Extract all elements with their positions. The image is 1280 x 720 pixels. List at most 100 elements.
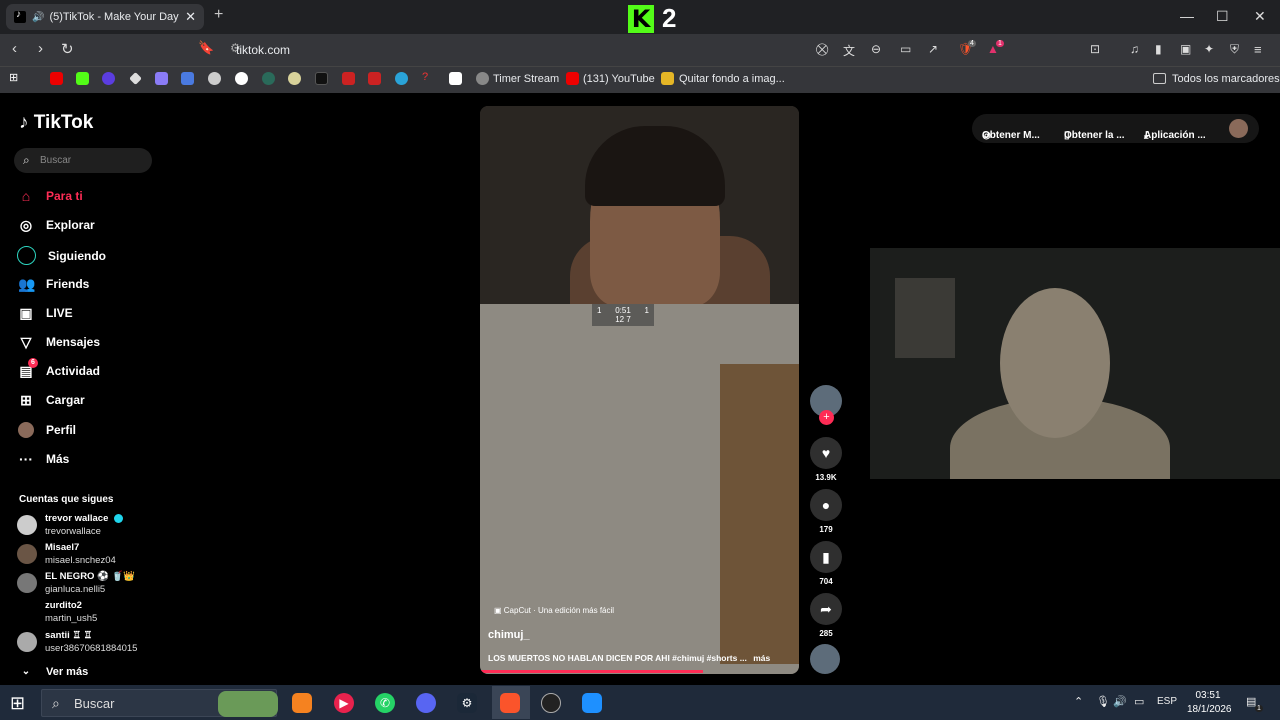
bookmark-icon-3[interactable] bbox=[102, 72, 115, 85]
taskbar-search[interactable]: ⌕ Buscar bbox=[41, 689, 278, 717]
capcut-label[interactable]: ▣ CapCut · Una edición más fácil bbox=[494, 606, 614, 615]
video-author[interactable]: chimuj_ bbox=[488, 629, 530, 641]
bookmark-icon-12[interactable] bbox=[342, 72, 355, 85]
bookmark-icon[interactable]: 🔖 bbox=[198, 40, 214, 56]
discord-icon[interactable] bbox=[416, 693, 436, 713]
language-indicator[interactable]: ESP bbox=[1157, 696, 1177, 707]
sound-disc[interactable] bbox=[810, 644, 840, 674]
bookmark-icon-9[interactable] bbox=[262, 72, 275, 85]
close-tab-icon[interactable]: ✕ bbox=[185, 9, 196, 25]
apps-icon[interactable]: ⊞ bbox=[9, 71, 22, 84]
speaker-icon[interactable]: 🔊 bbox=[32, 12, 44, 23]
nav-profile[interactable]: Perfil bbox=[18, 422, 76, 438]
share-button[interactable]: ➦ bbox=[810, 593, 842, 625]
fl-studio-icon[interactable] bbox=[292, 693, 312, 713]
video-progress-bar[interactable] bbox=[480, 670, 704, 673]
more-link[interactable]: más bbox=[753, 653, 770, 663]
facecam-hair bbox=[585, 126, 725, 206]
vpn-icon[interactable]: ⛨ bbox=[1230, 42, 1239, 57]
video-player[interactable]: 1 0:51 12 7 1 ▣ CapCut · Una edición más … bbox=[480, 106, 799, 674]
music-player-icon[interactable]: ▶ bbox=[334, 693, 354, 713]
mic-icon[interactable]: 🎙 bbox=[1096, 695, 1110, 708]
share-icon[interactable]: ↗ bbox=[928, 42, 938, 56]
screenshot-icon[interactable]: ⊡ bbox=[1090, 42, 1100, 56]
nav-live[interactable]: ▣ LIVE bbox=[18, 305, 72, 321]
youtube-bookmark-icon[interactable] bbox=[50, 72, 63, 85]
user-avatar[interactable] bbox=[1229, 119, 1248, 138]
windows-taskbar: ⊞ ⌕ Buscar ▶ ✆ ⚙ ⌃ 🎙 🔊 ▭ ESP 03:51 18/1/20… bbox=[0, 685, 1280, 720]
zoom-icon[interactable]: ⊖ bbox=[871, 42, 881, 56]
bookmark-icon-14[interactable] bbox=[395, 72, 408, 85]
save-button[interactable]: ▮ bbox=[810, 541, 842, 573]
get-coins-label: Obtener M... bbox=[982, 130, 1040, 141]
close-window-button[interactable]: ✕ bbox=[1254, 8, 1266, 25]
forward-button[interactable]: › bbox=[38, 40, 43, 57]
bookmark-icon-10[interactable] bbox=[288, 72, 301, 85]
new-tab-button[interactable]: + bbox=[214, 6, 223, 24]
bookmark-timer-stream[interactable]: Timer Stream bbox=[493, 73, 559, 85]
photos-icon[interactable] bbox=[582, 693, 602, 713]
clock[interactable]: 03:51 18/1/2026 bbox=[1187, 689, 1232, 717]
reload-button[interactable]: ↻ bbox=[61, 40, 74, 58]
following-handle: martin_ush5 bbox=[45, 613, 98, 624]
leo-icon[interactable]: ✦ bbox=[1204, 42, 1214, 56]
browser-tab[interactable]: 🔊 (5)TikTok - Make Your Day ✕ bbox=[6, 4, 204, 30]
see-more-button[interactable]: ⌄ Ver más bbox=[18, 664, 88, 680]
kick-bookmark-icon[interactable] bbox=[76, 72, 89, 85]
like-button[interactable]: ♥ bbox=[810, 437, 842, 469]
brave-icon[interactable] bbox=[500, 693, 520, 713]
bookmark-youtube[interactable]: (131) YouTube bbox=[583, 73, 655, 85]
bookmark-icon-6[interactable] bbox=[181, 72, 194, 85]
obs-icon[interactable] bbox=[541, 693, 561, 713]
save-count: 704 bbox=[819, 577, 833, 586]
nav-activity[interactable]: ▤ 6 Actividad bbox=[18, 358, 100, 379]
nav-friends[interactable]: 👥 Friends bbox=[18, 276, 89, 292]
windows-start-icon[interactable]: ⊞ bbox=[10, 693, 25, 714]
follow-plus-icon[interactable]: + bbox=[819, 410, 834, 425]
maximize-button[interactable]: ☐ bbox=[1216, 8, 1229, 25]
cast-icon[interactable]: ▭ bbox=[900, 42, 911, 56]
tiktok-logo[interactable]: ♪ TikTok bbox=[19, 112, 93, 134]
bookmark-icon-8[interactable] bbox=[235, 72, 248, 85]
k2-logo: K 2 bbox=[628, 3, 676, 34]
search-input[interactable]: ⌕ Buscar bbox=[14, 148, 152, 173]
nav-upload[interactable]: ⊞ Cargar bbox=[18, 392, 85, 408]
nav-label: Más bbox=[46, 452, 70, 466]
logo-text: TikTok bbox=[33, 112, 94, 133]
search-icon: ⌕ bbox=[52, 695, 60, 711]
network-icon[interactable]: ▭ bbox=[1134, 695, 1144, 708]
nav-explore[interactable]: ◎ Explorar bbox=[18, 217, 95, 233]
bookmark-icon-13[interactable] bbox=[368, 72, 381, 85]
minimize-button[interactable]: — bbox=[1180, 8, 1194, 24]
translate-icon[interactable]: 文 bbox=[843, 42, 855, 59]
bookmark-icon-15[interactable]: ? bbox=[422, 71, 435, 84]
more-icon: ··· bbox=[19, 451, 33, 467]
nav-more[interactable]: ··· Más bbox=[18, 451, 69, 467]
tiktok-bookmark-icon[interactable] bbox=[315, 72, 328, 85]
music-icon[interactable]: ♫ bbox=[1130, 42, 1139, 56]
nav-following[interactable]: Siguiendo bbox=[17, 246, 106, 265]
sidebar-toggle-icon[interactable]: ▮ bbox=[1155, 42, 1162, 56]
nav-for-you[interactable]: ⌂ Para ti bbox=[18, 188, 83, 204]
tray-chevron-icon[interactable]: ⌃ bbox=[1074, 695, 1083, 708]
whatsapp-icon[interactable]: ✆ bbox=[375, 693, 395, 713]
comment-icon: ● bbox=[821, 497, 831, 513]
clock-time: 03:51 bbox=[1195, 690, 1221, 701]
bookmark-icon-4[interactable] bbox=[129, 72, 142, 85]
nav-messages[interactable]: ▽ Mensajes bbox=[18, 334, 100, 350]
removebg-icon bbox=[661, 72, 674, 85]
bookmark-icon-7[interactable] bbox=[208, 72, 221, 85]
comment-button[interactable]: ● bbox=[810, 489, 842, 521]
webcam-overlay bbox=[870, 248, 1280, 479]
bookmark-icon-16[interactable] bbox=[449, 72, 462, 85]
wallet-icon[interactable]: ▣ bbox=[1180, 42, 1191, 56]
bookmark-icon-5[interactable] bbox=[155, 72, 168, 85]
bookmark-remove-bg[interactable]: Quitar fondo a imag... bbox=[679, 73, 785, 85]
volume-icon[interactable]: 🔊 bbox=[1113, 695, 1127, 708]
address-bar[interactable]: tiktok.com bbox=[236, 43, 290, 57]
all-bookmarks[interactable]: Todos los marcadores bbox=[1172, 73, 1280, 85]
back-button[interactable]: ‹ bbox=[12, 40, 17, 57]
menu-icon[interactable]: ≡ bbox=[1254, 42, 1262, 57]
tracking-icon[interactable]: ⛒ bbox=[816, 42, 828, 57]
steam-icon[interactable]: ⚙ bbox=[457, 693, 477, 713]
